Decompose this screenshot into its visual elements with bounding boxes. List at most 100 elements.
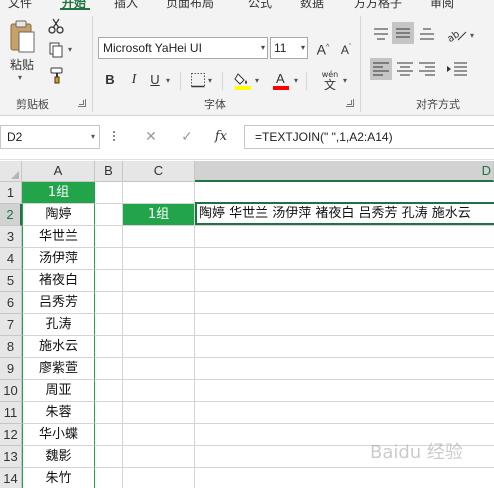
name-box[interactable]: D2 ▾ (0, 125, 100, 149)
tab-ffcell[interactable]: 方方格子 (354, 0, 402, 10)
cell-a7[interactable]: 孔涛 (22, 314, 95, 336)
row-header-13[interactable]: 13 (0, 446, 22, 468)
column-header-b[interactable]: B (95, 161, 123, 182)
cell-d5[interactable] (195, 270, 494, 292)
fill-color-icon[interactable] (234, 70, 252, 90)
cell-d11[interactable] (195, 402, 494, 424)
copy-dropdown-icon[interactable]: ▾ (68, 46, 76, 54)
cell-b12[interactable] (95, 424, 123, 446)
paste-label[interactable]: 粘贴 (10, 56, 34, 73)
italic-button[interactable]: I (124, 70, 144, 90)
row-header-14[interactable]: 14 (0, 468, 22, 488)
row-header-8[interactable]: 8 (0, 336, 22, 358)
orientation-icon[interactable]: ab (446, 24, 468, 44)
cell-b10[interactable] (95, 380, 123, 402)
cell-d1[interactable] (195, 182, 494, 204)
cut-icon[interactable] (48, 18, 64, 34)
grow-font-button[interactable]: A^ (313, 38, 333, 58)
cell-d8[interactable] (195, 336, 494, 358)
indent-icon[interactable] (446, 60, 468, 78)
copy-icon[interactable] (48, 42, 64, 58)
column-header-c[interactable]: C (123, 161, 195, 182)
row-header-5[interactable]: 5 (0, 270, 22, 292)
top-align-icon[interactable] (372, 26, 390, 42)
cell-b14[interactable] (95, 468, 123, 488)
row-header-7[interactable]: 7 (0, 314, 22, 336)
align-right-icon[interactable] (418, 60, 436, 78)
cell-c9[interactable] (123, 358, 195, 380)
column-header-a[interactable]: A (22, 161, 95, 182)
cell-c1[interactable] (123, 182, 195, 204)
cell-a4[interactable]: 汤伊萍 (22, 248, 95, 270)
orientation-dropdown-icon[interactable]: ▾ (470, 32, 478, 40)
align-left-button[interactable] (370, 58, 392, 80)
row-header-9[interactable]: 9 (0, 358, 22, 380)
cell-d4[interactable] (195, 248, 494, 270)
cell-d3[interactable] (195, 226, 494, 248)
tab-insert[interactable]: 插入 (114, 0, 138, 10)
cell-a6[interactable]: 吕秀芳 (22, 292, 95, 314)
borders-dropdown-icon[interactable]: ▾ (208, 77, 216, 85)
cell-d7[interactable] (195, 314, 494, 336)
cell-c13[interactable] (123, 446, 195, 468)
cell-a8[interactable]: 施水云 (22, 336, 95, 358)
row-header-1[interactable]: 1 (0, 182, 22, 204)
row-header-4[interactable]: 4 (0, 248, 22, 270)
cell-c3[interactable] (123, 226, 195, 248)
row-header-10[interactable]: 10 (0, 380, 22, 402)
cell-c14[interactable] (123, 468, 195, 488)
clipboard-launcher-icon[interactable] (78, 99, 86, 107)
phonetic-dropdown-icon[interactable]: ▾ (343, 77, 351, 85)
cell-b11[interactable] (95, 402, 123, 424)
font-name-select[interactable]: Microsoft YaHei UI ▾ (98, 37, 268, 59)
tab-review[interactable]: 审阅 (430, 0, 454, 10)
select-all-button[interactable] (0, 161, 22, 182)
cell-b4[interactable] (95, 248, 123, 270)
cell-b13[interactable] (95, 446, 123, 468)
cell-c8[interactable] (123, 336, 195, 358)
row-header-12[interactable]: 12 (0, 424, 22, 446)
cell-a3[interactable]: 华世兰 (22, 226, 95, 248)
tab-file[interactable]: 文件 (8, 0, 32, 10)
cell-d6[interactable] (195, 292, 494, 314)
cell-a11[interactable]: 朱蓉 (22, 402, 95, 424)
cell-b8[interactable] (95, 336, 123, 358)
font-launcher-icon[interactable] (346, 99, 354, 107)
cell-c5[interactable] (123, 270, 195, 292)
cell-c6[interactable] (123, 292, 195, 314)
formula-input[interactable]: =TEXTJOIN(" ",1,A2:A14) (244, 125, 494, 149)
cell-d10[interactable] (195, 380, 494, 402)
cell-b3[interactable] (95, 226, 123, 248)
borders-icon[interactable] (190, 72, 206, 88)
underline-dropdown-icon[interactable]: ▾ (166, 77, 174, 85)
cell-a14[interactable]: 朱竹 (22, 468, 95, 488)
middle-align-button[interactable] (392, 22, 414, 44)
tab-data[interactable]: 数据 (300, 0, 324, 10)
cell-d2-value[interactable]: 陶婷 华世兰 汤伊萍 褚夜白 吕秀芳 孔涛 施水云 (199, 204, 494, 224)
row-header-11[interactable]: 11 (0, 402, 22, 424)
cell-c7[interactable] (123, 314, 195, 336)
cell-b2[interactable] (95, 204, 123, 226)
cell-c12[interactable] (123, 424, 195, 446)
paste-dropdown-icon[interactable]: ▾ (18, 74, 26, 82)
tab-formulas[interactable]: 公式 (248, 0, 272, 10)
bottom-align-icon[interactable] (418, 26, 436, 42)
enter-formula-button[interactable]: ✓ (176, 128, 198, 146)
formula-bar-grip-icon[interactable] (112, 129, 116, 145)
cell-a1[interactable]: 1组 (22, 182, 95, 204)
cell-c10[interactable] (123, 380, 195, 402)
shrink-font-button[interactable]: Aˇ (336, 38, 356, 58)
paste-icon[interactable] (8, 20, 36, 54)
cell-b9[interactable] (95, 358, 123, 380)
column-header-d[interactable]: D (195, 161, 494, 182)
row-header-6[interactable]: 6 (0, 292, 22, 314)
font-size-select[interactable]: 11 ▾ (270, 37, 308, 59)
cell-a2[interactable]: 陶婷 (22, 204, 95, 226)
row-header-2[interactable]: 2 (0, 204, 22, 226)
cell-a10[interactable]: 周亚 (22, 380, 95, 402)
font-color-dropdown-icon[interactable]: ▾ (294, 77, 302, 85)
row-header-3[interactable]: 3 (0, 226, 22, 248)
align-center-icon[interactable] (396, 60, 414, 78)
font-color-icon[interactable]: A (272, 70, 290, 90)
cancel-formula-button[interactable]: ✕ (140, 128, 162, 146)
